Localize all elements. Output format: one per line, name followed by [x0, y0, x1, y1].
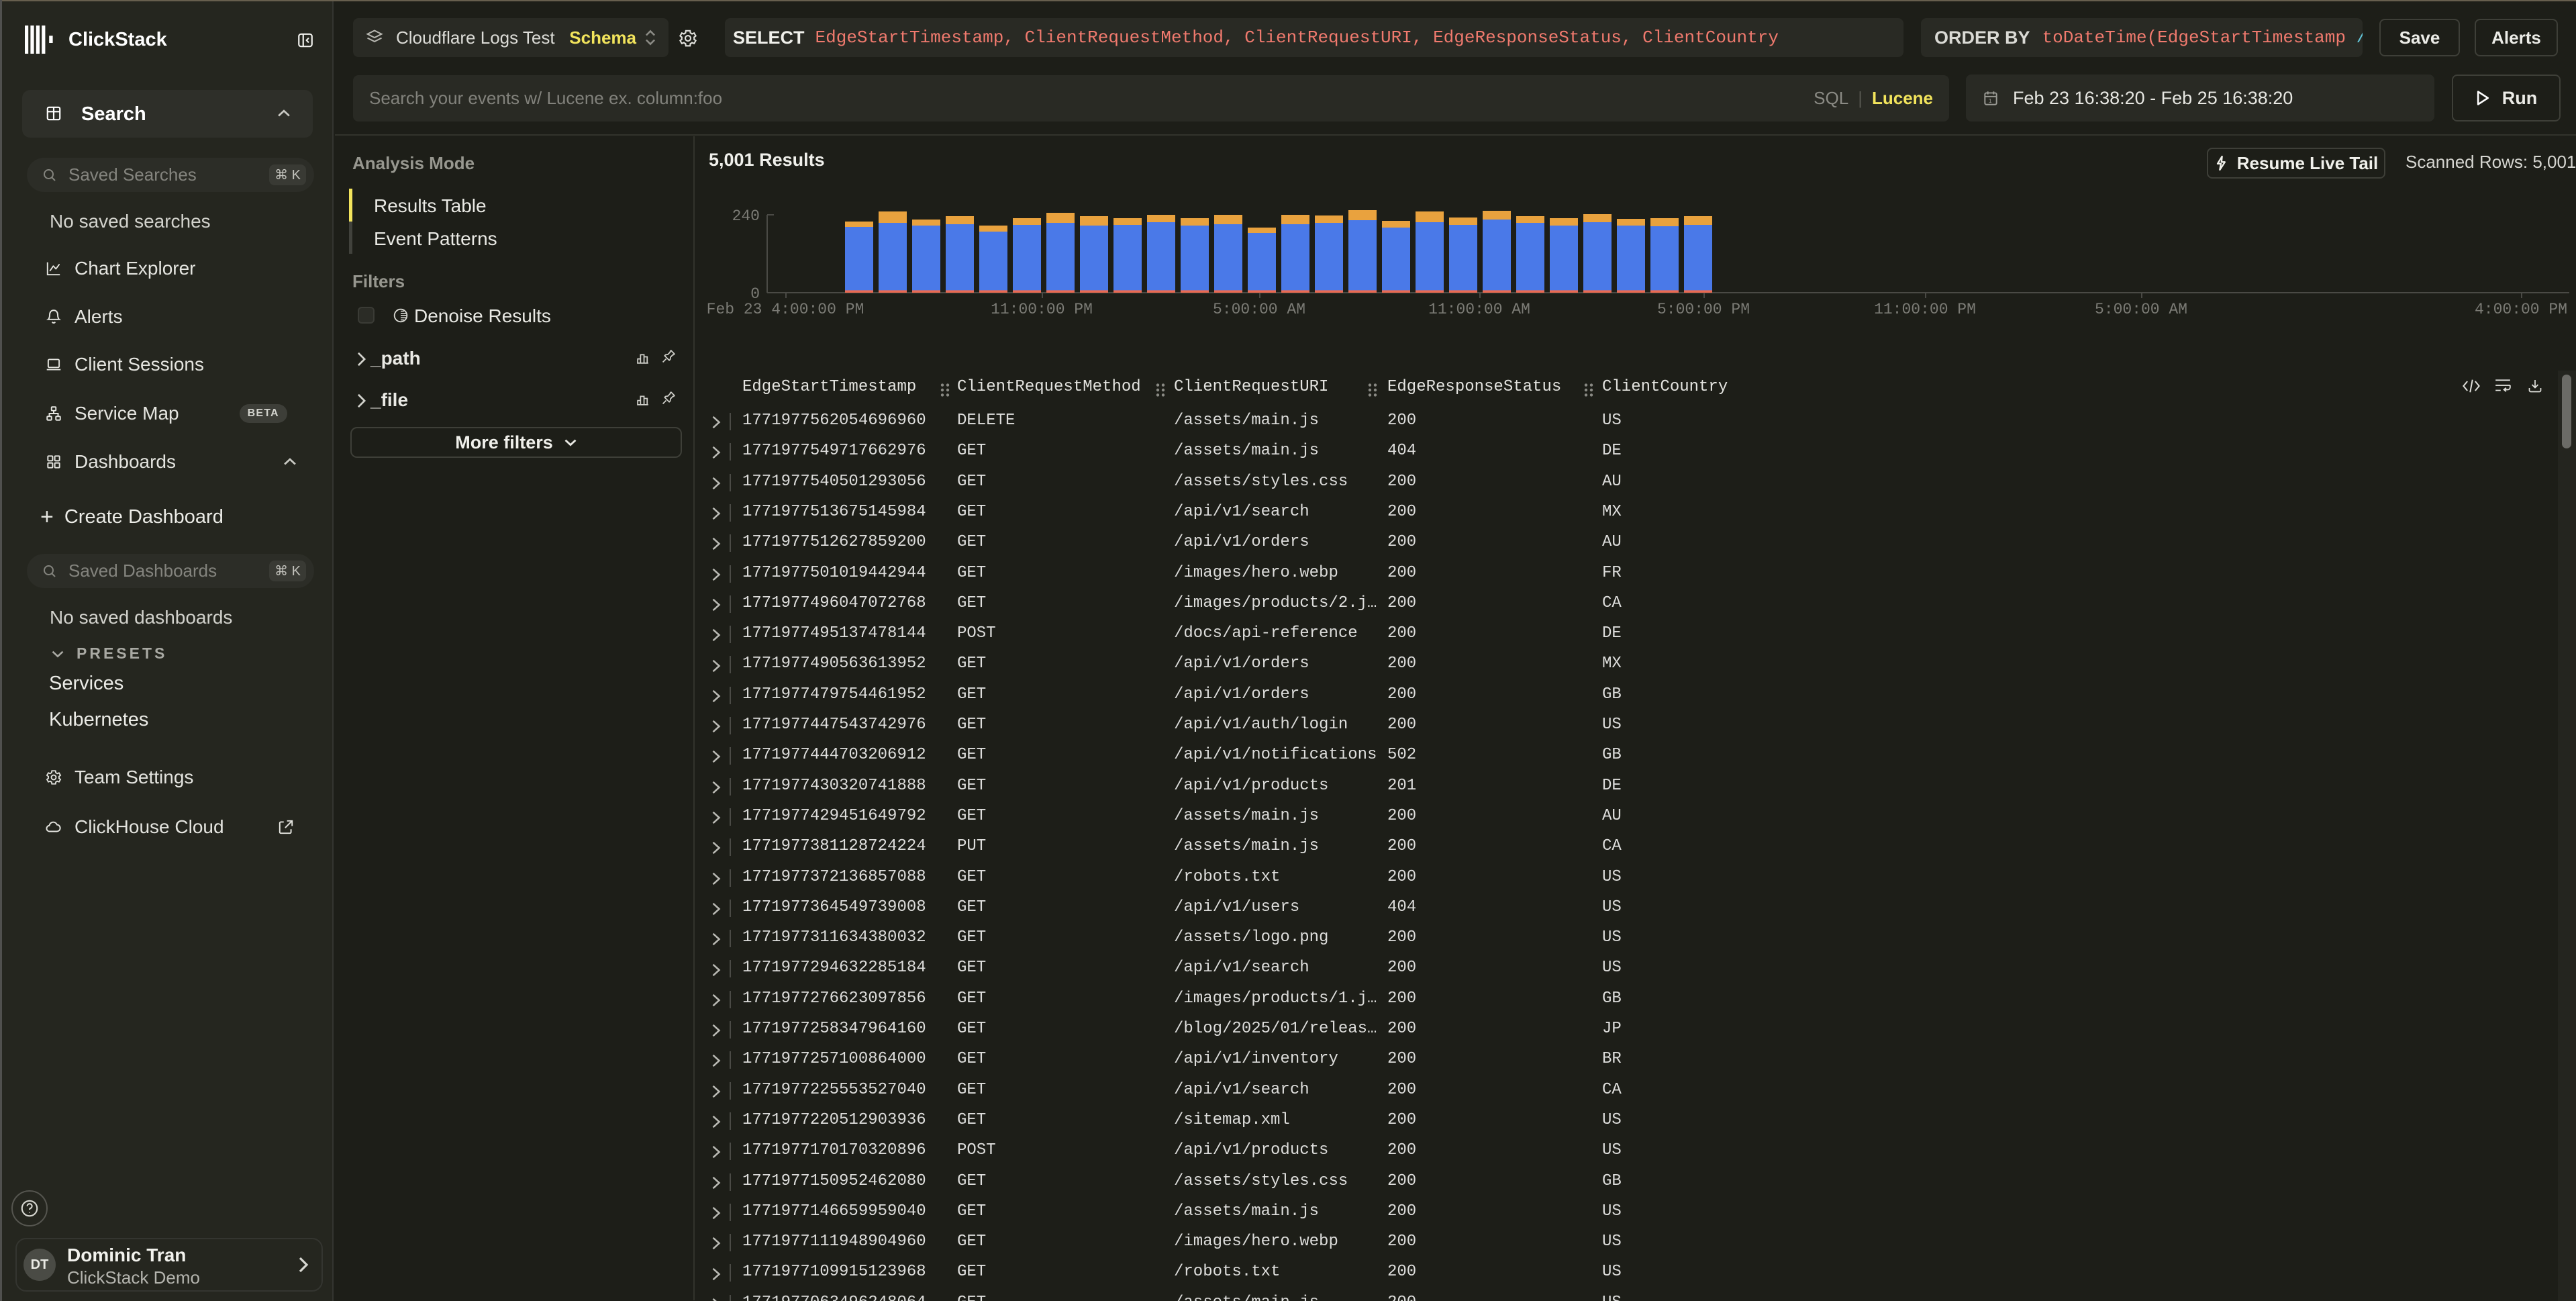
svg-text:5:00:00 AM: 5:00:00 AM — [1213, 301, 1305, 318]
svg-text:11:00:00 PM: 11:00:00 PM — [991, 301, 1093, 318]
svg-text:5:00:00 AM: 5:00:00 AM — [2095, 301, 2187, 318]
svg-text:4:00:00 PM: 4:00:00 PM — [2475, 301, 2567, 318]
svg-text:11:00:00 AM: 11:00:00 AM — [1428, 301, 1530, 318]
svg-text:11:00:00 PM: 11:00:00 PM — [1874, 301, 1976, 318]
svg-text:5:00:00 PM: 5:00:00 PM — [1657, 301, 1750, 318]
svg-text:Feb 23 4:00:00 PM: Feb 23 4:00:00 PM — [707, 301, 864, 318]
svg-text:1: 1 — [1989, 97, 1992, 104]
svg-text:240: 240 — [732, 207, 760, 225]
